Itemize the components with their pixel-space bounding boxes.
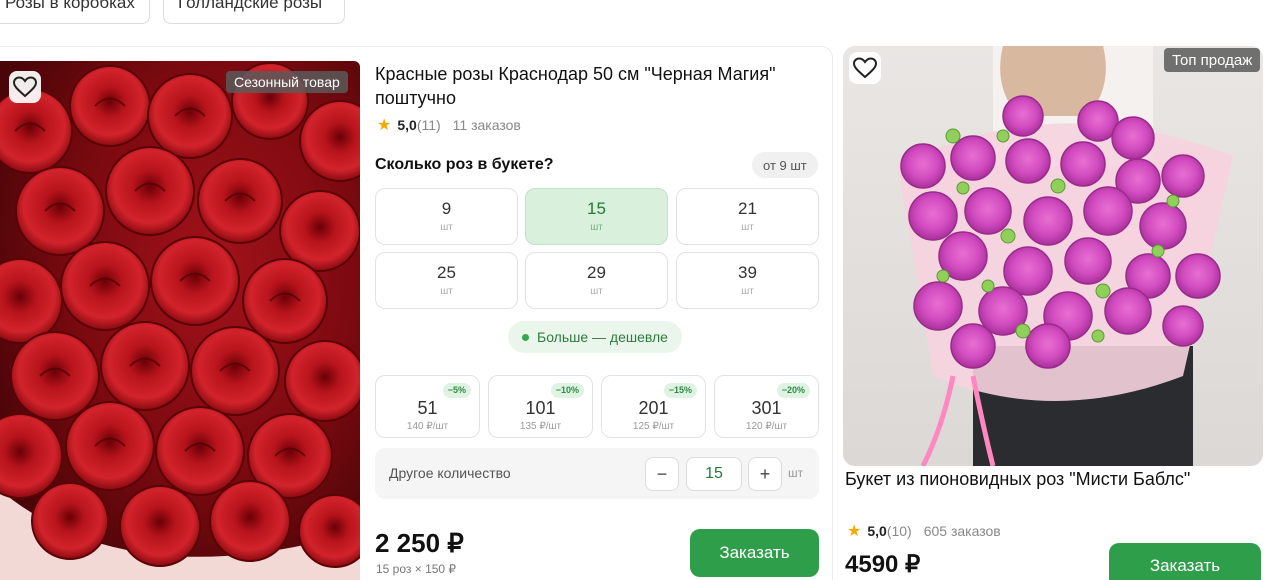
bulk-quantity: 51 [417,398,438,418]
heart-outline-icon [13,76,37,98]
decrement-button[interactable]: − [645,457,679,491]
product-rating[interactable]: ★ 5,0 (11) 11 заказов [377,115,521,135]
orders-count: 605 заказов [923,523,1001,539]
quantity-number: 25 [437,263,456,282]
bulk-option[interactable]: −20% 301 120 ₽/шт [714,375,819,438]
quantity-option[interactable]: 21 шт [676,188,819,245]
pink-bouquet-image [898,46,1233,466]
red-roses-image [0,62,360,580]
favorite-button[interactable] [9,71,41,103]
custom-quantity-label: Другое количество [389,465,511,481]
rating-value: 5,0 [867,523,887,539]
quantity-unit: шт [741,222,754,233]
green-dot-icon [522,333,529,341]
increment-button[interactable]: + [748,457,782,491]
quantity-number: 15 [587,199,606,218]
rating-value: 5,0 [397,117,417,133]
more-cheaper-label: Больше — дешевле [537,329,668,345]
bulk-quantity: 201 [638,398,669,418]
star-icon: ★ [847,523,862,540]
product-price: 2 250 ₽ [375,528,464,558]
custom-quantity-row: Другое количество − + шт [375,448,819,499]
bulk-option[interactable]: −10% 101 135 ₽/шт [488,375,593,438]
star-icon: ★ [377,117,392,134]
order-button[interactable]: Заказать [690,529,819,577]
quantity-unit: шт [440,222,453,233]
bulk-unit-price: 140 ₽/шт [406,421,449,432]
reviews-count: (10) [886,523,912,539]
product-photo-red-roses[interactable] [0,61,360,580]
order-button[interactable]: Заказать [1109,543,1261,580]
top-sales-badge: Топ продаж [1164,48,1261,72]
heart-outline-icon [853,57,877,79]
min-quantity-note: от 9 шт [752,152,818,178]
reviews-count: (11) [416,117,441,133]
product-rating[interactable]: ★ 5,0 (10) 605 заказов [847,521,1001,541]
discount-badge: −10% [550,383,584,398]
bulk-quantity: 301 [751,398,782,418]
quantity-input[interactable] [686,457,742,491]
quantity-unit: шт [590,286,603,297]
bulk-unit-price: 135 ₽/шт [519,421,562,432]
discount-badge: −20% [776,383,810,398]
discount-badge: −5% [442,383,471,398]
category-chip-label: Голландские розы [178,0,323,12]
quantity-unit: шт [440,286,453,297]
quantity-unit: шт [741,286,754,297]
bulk-option[interactable]: −5% 51 140 ₽/шт [375,375,480,438]
bulk-quantity: 101 [525,398,556,418]
quantity-number: 21 [738,199,757,218]
favorite-button[interactable] [849,52,881,84]
quantity-question: Сколько роз в букете? [375,156,554,173]
seasonal-badge: Сезонный товар [226,71,348,93]
discount-badge: −15% [663,383,697,398]
quantity-number: 29 [587,263,606,282]
quantity-unit: шт [590,222,603,233]
category-chip-boxes[interactable]: Розы в коробках [0,0,150,24]
product-title[interactable]: Букет из пионовидных роз "Мисти Баблс" [845,469,1190,490]
quantity-option-selected[interactable]: 15 шт [525,188,668,245]
product-title[interactable]: Красные розы Краснодар 50 см "Черная Маг… [375,62,825,110]
category-chip-label: Розы в коробках [5,0,135,12]
quantity-number: 9 [441,199,452,218]
bulk-option[interactable]: −15% 201 125 ₽/шт [601,375,706,438]
price-breakdown: 15 роз × 150 ₽ [376,562,457,576]
product-price: 4590 ₽ [845,551,921,578]
quantity-option[interactable]: 25 шт [375,252,518,309]
orders-count: 11 заказов [452,117,521,133]
quantity-option[interactable]: 9 шт [375,188,518,245]
bulk-unit-price: 125 ₽/шт [632,421,675,432]
product-photo-peony-roses[interactable] [843,46,1263,466]
quantity-option[interactable]: 29 шт [525,252,668,309]
quantity-option[interactable]: 39 шт [676,252,819,309]
bulk-unit-price: 120 ₽/шт [745,421,788,432]
more-cheaper-pill: Больше — дешевле [508,321,682,353]
quantity-number: 39 [738,263,757,282]
category-chip-dutch[interactable]: Голландские розы [163,0,345,24]
stepper-unit: шт [788,466,804,480]
